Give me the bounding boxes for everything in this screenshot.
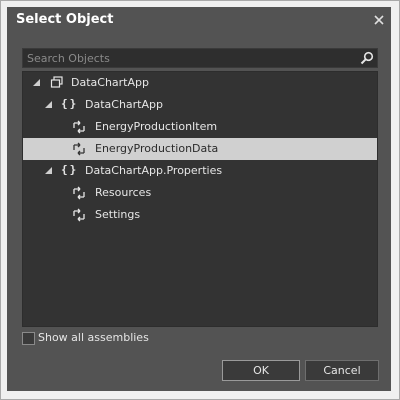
cancel-button[interactable]: Cancel — [305, 360, 379, 381]
show-all-assemblies-option[interactable]: Show all assemblies — [22, 331, 222, 347]
tree-item-class[interactable]: Resources — [23, 182, 377, 204]
tree-item-label: EnergyProductionData — [95, 142, 219, 155]
tree-item-label: DataChartApp — [85, 98, 163, 111]
tree-item-class-selected[interactable]: EnergyProductionData — [23, 138, 377, 160]
tree-item-class[interactable]: EnergyProductionItem — [23, 116, 377, 138]
assembly-icon — [50, 76, 63, 88]
class-icon — [73, 208, 85, 222]
expand-arrow-icon[interactable] — [33, 79, 40, 86]
search-icon[interactable] — [360, 51, 374, 65]
dialog-title: Select Object — [16, 12, 114, 27]
object-tree: DataChartApp {} DataChartApp EnergyProdu… — [22, 71, 378, 327]
show-all-assemblies-checkbox[interactable] — [22, 332, 35, 345]
tree-item-class[interactable]: Settings — [23, 204, 377, 226]
tree-item-assembly[interactable]: DataChartApp — [23, 72, 377, 94]
class-icon — [73, 120, 85, 134]
tree-item-label: DataChartApp — [71, 76, 149, 89]
tree-item-label: Settings — [95, 208, 141, 221]
tree-item-namespace[interactable]: {} DataChartApp.Properties — [23, 160, 377, 182]
ok-button[interactable]: OK — [222, 360, 300, 381]
select-object-dialog: Select Object DataChartA — [0, 0, 400, 400]
dialog-body: Select Object DataChartA — [7, 7, 391, 391]
search-box — [22, 48, 378, 68]
class-icon — [73, 142, 85, 156]
close-icon — [374, 15, 384, 25]
tree-item-namespace[interactable]: {} DataChartApp — [23, 94, 377, 116]
namespace-icon: {} — [61, 97, 79, 110]
expand-arrow-icon[interactable] — [45, 101, 52, 108]
title-bar: Select Object — [7, 7, 391, 34]
namespace-icon: {} — [61, 163, 79, 176]
tree-item-label: EnergyProductionItem — [95, 120, 218, 133]
show-all-assemblies-label: Show all assemblies — [38, 331, 149, 344]
class-icon — [73, 186, 85, 200]
tree-item-label: Resources — [95, 186, 152, 199]
expand-arrow-icon[interactable] — [45, 167, 52, 174]
search-input[interactable] — [23, 49, 357, 67]
close-button[interactable] — [369, 10, 389, 30]
tree-item-label: DataChartApp.Properties — [85, 164, 223, 177]
